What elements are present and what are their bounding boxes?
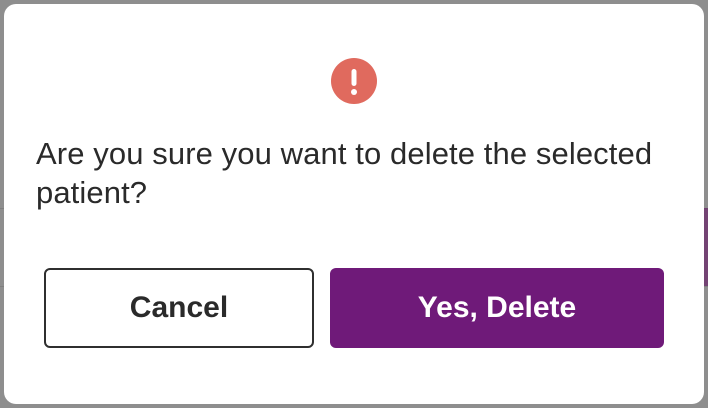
alert-exclamation-icon <box>331 58 377 104</box>
confirm-delete-button[interactable]: Yes, Delete <box>330 268 664 348</box>
confirm-delete-dialog: Are you sure you want to delete the sele… <box>4 4 704 404</box>
cancel-button-label: Cancel <box>129 291 229 324</box>
confirm-delete-button-label: Yes, Delete <box>417 291 577 324</box>
confirmation-message: Are you sure you want to delete the sele… <box>36 136 653 210</box>
cancel-button[interactable]: Cancel <box>44 268 314 348</box>
